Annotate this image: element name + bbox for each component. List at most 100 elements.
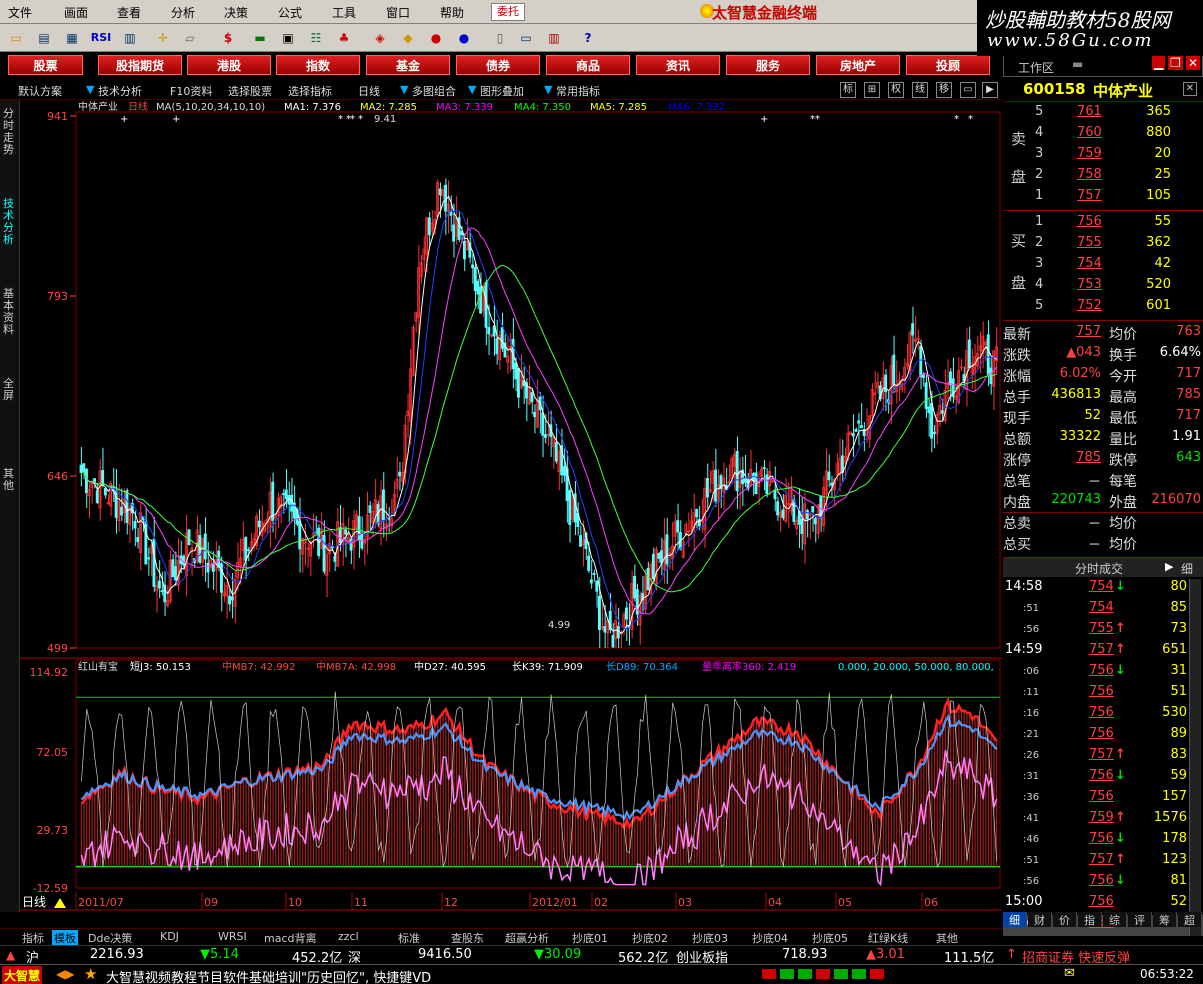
category-tab-3[interactable]: 指数 bbox=[276, 55, 360, 75]
quote-tab-6[interactable]: 筹 bbox=[1153, 912, 1177, 927]
menu-tools[interactable]: 工具 bbox=[332, 4, 356, 21]
ask-row[interactable]: 2 758 25 bbox=[1003, 167, 1203, 188]
indicator-tab-2[interactable]: Dde决策 bbox=[88, 930, 132, 946]
indicator-tab-10[interactable]: 抄底01 bbox=[572, 930, 608, 946]
subbar-item-2[interactable]: F10资料 bbox=[170, 83, 212, 99]
indicator-tab-7[interactable]: 标准 bbox=[398, 930, 420, 946]
indicator-tab-1[interactable]: 模板 bbox=[52, 930, 78, 946]
dropdown-arrow-icon[interactable]: ▼ bbox=[86, 83, 94, 96]
close-icon[interactable]: ✕ bbox=[1186, 56, 1201, 70]
grid-toggle-icon[interactable]: ⊞ bbox=[864, 82, 880, 98]
bar-chart-icon[interactable]: ▥ bbox=[120, 28, 140, 48]
quote-tab-4[interactable]: 综 bbox=[1103, 912, 1127, 927]
pin-icon[interactable]: ▬ bbox=[1072, 57, 1083, 71]
books-icon[interactable]: ▥ bbox=[544, 28, 564, 48]
ticks-header[interactable]: 分时成交 ▶ 细 bbox=[1003, 557, 1203, 577]
work-area-tab[interactable]: 工作区 ▬ ▁ ❐ ✕ bbox=[1003, 55, 1203, 77]
grid-icon[interactable]: ▦ bbox=[62, 28, 82, 48]
category-tab-1[interactable]: 股指期货 bbox=[98, 55, 182, 75]
window-icon[interactable]: ▭ bbox=[516, 28, 536, 48]
crosshair-icon[interactable]: ✛ bbox=[153, 28, 173, 48]
panel-close-icon[interactable]: ✕ bbox=[1183, 82, 1197, 96]
subbar-item-8[interactable]: 常用指标 bbox=[556, 83, 600, 99]
status-logo[interactable]: 大智慧 bbox=[2, 966, 43, 984]
subbar-item-0[interactable]: 默认方案 bbox=[18, 83, 62, 99]
indicator-tab-11[interactable]: 抄底02 bbox=[632, 930, 668, 946]
menu-help[interactable]: 帮助 bbox=[440, 4, 464, 21]
indicator-tab-12[interactable]: 抄底03 bbox=[692, 930, 728, 946]
menu-screen[interactable]: 画面 bbox=[64, 4, 88, 21]
quote-tab-2[interactable]: 价 bbox=[1053, 912, 1077, 927]
category-tab-5[interactable]: 债券 bbox=[456, 55, 540, 75]
indicator-tab-16[interactable]: 其他 bbox=[936, 930, 958, 946]
quote-tab-3[interactable]: 指 bbox=[1078, 912, 1102, 927]
menu-decision[interactable]: 决策 bbox=[224, 4, 248, 21]
subbar-item-4[interactable]: 选择指标 bbox=[288, 83, 332, 99]
indicator-tab-0[interactable]: 指标 bbox=[22, 930, 44, 946]
subbar-item-6[interactable]: 多图组合 bbox=[412, 83, 456, 99]
category-tab-10[interactable]: 投顾 bbox=[906, 55, 990, 75]
alert-icon[interactable]: ◈ bbox=[370, 28, 390, 48]
entrust-button[interactable]: 委托 bbox=[491, 3, 525, 21]
prev-arrow-icon[interactable]: ◀▶ bbox=[56, 967, 74, 981]
indicator-tab-8[interactable]: 查股东 bbox=[451, 930, 484, 946]
red-circle-icon[interactable]: ● bbox=[426, 28, 446, 48]
ticks-scrollbar[interactable] bbox=[1189, 579, 1201, 936]
binoculars-icon[interactable]: ☷ bbox=[306, 28, 326, 48]
next-icon[interactable]: ▶ bbox=[982, 82, 998, 98]
tab-fundamentals[interactable]: 基本资料 bbox=[3, 288, 17, 336]
notes-icon[interactable]: ▯ bbox=[490, 28, 510, 48]
restore-icon[interactable]: ❐ bbox=[1168, 56, 1183, 70]
menu-view[interactable]: 查看 bbox=[117, 4, 141, 21]
indicator-tab-6[interactable]: zzcl bbox=[338, 930, 359, 943]
category-tab-2[interactable]: 港股 bbox=[187, 55, 271, 75]
bid-row[interactable]: 5 752 601 bbox=[1003, 298, 1203, 319]
indicator-tab-14[interactable]: 抄底05 bbox=[812, 930, 848, 946]
tab-technical[interactable]: 技术分析 bbox=[3, 198, 17, 246]
indicator-tab-15[interactable]: 红绿K线 bbox=[868, 930, 908, 946]
ask-row[interactable]: 3 759 20 bbox=[1003, 146, 1203, 167]
category-tab-9[interactable]: 房地产 bbox=[816, 55, 900, 75]
minimize-icon[interactable]: ▁ bbox=[1152, 56, 1166, 70]
diamond-icon[interactable]: ◆ bbox=[398, 28, 418, 48]
tab-fullscreen[interactable]: 全屏 bbox=[3, 378, 17, 402]
flag-icon[interactable]: ▬ bbox=[250, 28, 270, 48]
layout-icon[interactable]: ▣ bbox=[278, 28, 298, 48]
window-toggle-icon[interactable]: ▭ bbox=[960, 82, 976, 98]
marquee-text[interactable]: 大智慧视频教程节目软件基础培训"历史回忆", 快捷键VD bbox=[106, 967, 431, 984]
rsi-button[interactable]: RSI bbox=[88, 28, 114, 48]
category-tab-7[interactable]: 资讯 bbox=[636, 55, 720, 75]
quote-tab-7[interactable]: 超 bbox=[1178, 912, 1202, 927]
dropdown-arrow-icon[interactable]: ▼ bbox=[544, 83, 552, 96]
dropdown-arrow-icon[interactable]: ▼ bbox=[400, 83, 408, 96]
indicator-tab-4[interactable]: WRSI bbox=[218, 930, 247, 943]
quote-tab-1[interactable]: 财 bbox=[1028, 912, 1052, 927]
subbar-right-1[interactable]: 权 bbox=[888, 82, 904, 98]
play-icon[interactable]: ▶ bbox=[1165, 560, 1173, 573]
kline-chart[interactable]: 中体产业 日线 MA(5,10,20,34,10,10) MA1: 7.376 MA2:… bbox=[20, 100, 1002, 912]
subbar-right-2[interactable]: 线 bbox=[912, 82, 928, 98]
menu-file[interactable]: 文件 bbox=[8, 4, 32, 21]
mail-icon[interactable]: ✉ bbox=[1064, 966, 1075, 981]
indicator-tab-3[interactable]: KDJ bbox=[160, 930, 179, 943]
bell-icon[interactable]: ♣ bbox=[334, 28, 354, 48]
category-tab-6[interactable]: 商品 bbox=[546, 55, 630, 75]
blue-circle-icon[interactable]: ● bbox=[454, 28, 474, 48]
indicator-tab-5[interactable]: macd背离 bbox=[264, 930, 317, 946]
indicator-tab-13[interactable]: 抄底04 bbox=[752, 930, 788, 946]
subbar-item-1[interactable]: 技术分析 bbox=[98, 83, 142, 99]
dollar-icon[interactable]: $ bbox=[218, 28, 238, 48]
menu-analysis[interactable]: 分析 bbox=[171, 4, 195, 21]
ask-row[interactable]: 4 760 880 bbox=[1003, 125, 1203, 146]
menu-window[interactable]: 窗口 bbox=[386, 4, 410, 21]
quote-tab-5[interactable]: 评 bbox=[1128, 912, 1152, 927]
ask-row[interactable]: 5 761 365 bbox=[1003, 104, 1203, 125]
indicator-tab-9[interactable]: 超赢分析 bbox=[505, 930, 549, 946]
ticks-detail[interactable]: 细 bbox=[1181, 560, 1193, 577]
tab-intraday[interactable]: 分时走势 bbox=[3, 108, 17, 156]
bid-row[interactable]: 4 753 520 bbox=[1003, 277, 1203, 298]
category-tab-8[interactable]: 服务 bbox=[726, 55, 810, 75]
quote-tab-0[interactable]: 细 bbox=[1003, 912, 1027, 927]
open-folder-icon[interactable]: ▭ bbox=[6, 28, 26, 48]
tab-other[interactable]: 其他 bbox=[3, 468, 17, 492]
